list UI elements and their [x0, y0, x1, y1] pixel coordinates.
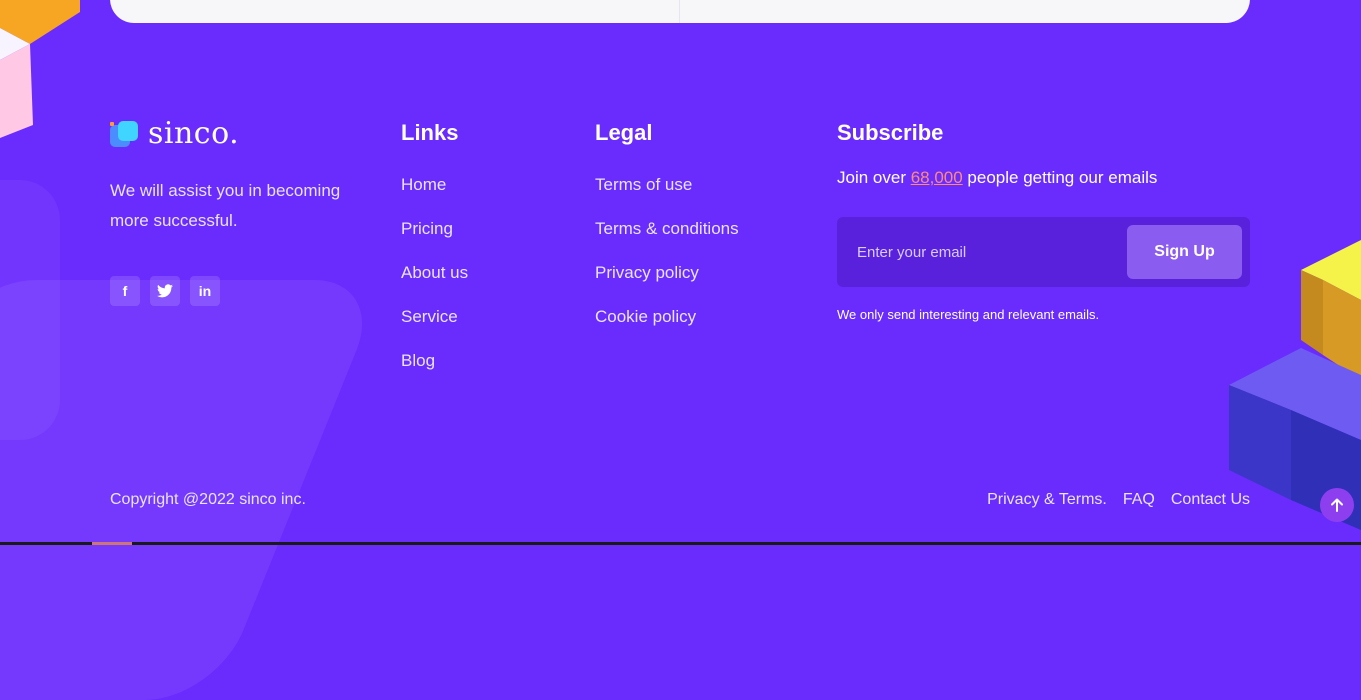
logo-icon	[110, 119, 140, 149]
twitter-icon[interactable]	[150, 276, 180, 306]
link-faq[interactable]: FAQ	[1123, 491, 1155, 509]
subscribe-note: We only send interesting and relevant em…	[837, 307, 1100, 322]
link-home[interactable]: Home	[401, 175, 468, 219]
footer-links: Privacy & Terms. FAQ Contact Us	[987, 491, 1250, 509]
link-privacy-terms[interactable]: Privacy & Terms.	[987, 491, 1107, 509]
social-links: f in	[110, 276, 220, 306]
legal-heading: Legal	[595, 120, 653, 145]
email-form: Sign Up	[837, 217, 1250, 287]
links-heading: Links	[401, 120, 459, 145]
link-privacy-policy[interactable]: Privacy policy	[595, 263, 739, 307]
links-column: Links Home Pricing About us Service Blog	[401, 118, 468, 395]
sign-up-button[interactable]: Sign Up	[1127, 225, 1242, 279]
link-contact-us[interactable]: Contact Us	[1171, 491, 1250, 509]
link-cookie-policy[interactable]: Cookie policy	[595, 307, 739, 351]
link-blog[interactable]: Blog	[401, 351, 468, 395]
legal-column: Legal Terms of use Terms & conditions Pr…	[595, 118, 739, 351]
subscribe-text-before: Join over	[837, 168, 911, 187]
decorative-cube-left	[0, 0, 80, 138]
subscriber-count[interactable]: 68,000	[911, 168, 963, 187]
email-input[interactable]	[837, 217, 1117, 287]
arrow-up-icon	[1331, 498, 1343, 512]
link-service[interactable]: Service	[401, 307, 468, 351]
top-card	[110, 0, 1250, 23]
copyright-text: Copyright @2022 sinco inc.	[110, 491, 306, 508]
subscribe-text: Join over 68,000 people getting our emai…	[837, 168, 1250, 188]
divider	[679, 0, 680, 23]
brand-name: sinco.	[148, 116, 240, 151]
link-terms-of-use[interactable]: Terms of use	[595, 175, 739, 219]
link-terms-conditions[interactable]: Terms & conditions	[595, 219, 739, 263]
subscribe-section: Subscribe Join over 68,000 people gettin…	[837, 118, 1250, 322]
brand-tagline: We will assist you in becoming more succ…	[110, 181, 341, 230]
subscribe-heading: Subscribe	[837, 120, 944, 145]
linkedin-icon[interactable]: in	[190, 276, 220, 306]
link-about-us[interactable]: About us	[401, 263, 468, 307]
facebook-icon[interactable]: f	[110, 276, 140, 306]
background-shape	[0, 280, 385, 700]
subscribe-text-after: people getting our emails	[962, 168, 1158, 187]
brand-logo[interactable]: sinco.	[110, 116, 239, 151]
link-pricing[interactable]: Pricing	[401, 219, 468, 263]
scroll-to-top-button[interactable]	[1320, 488, 1354, 522]
